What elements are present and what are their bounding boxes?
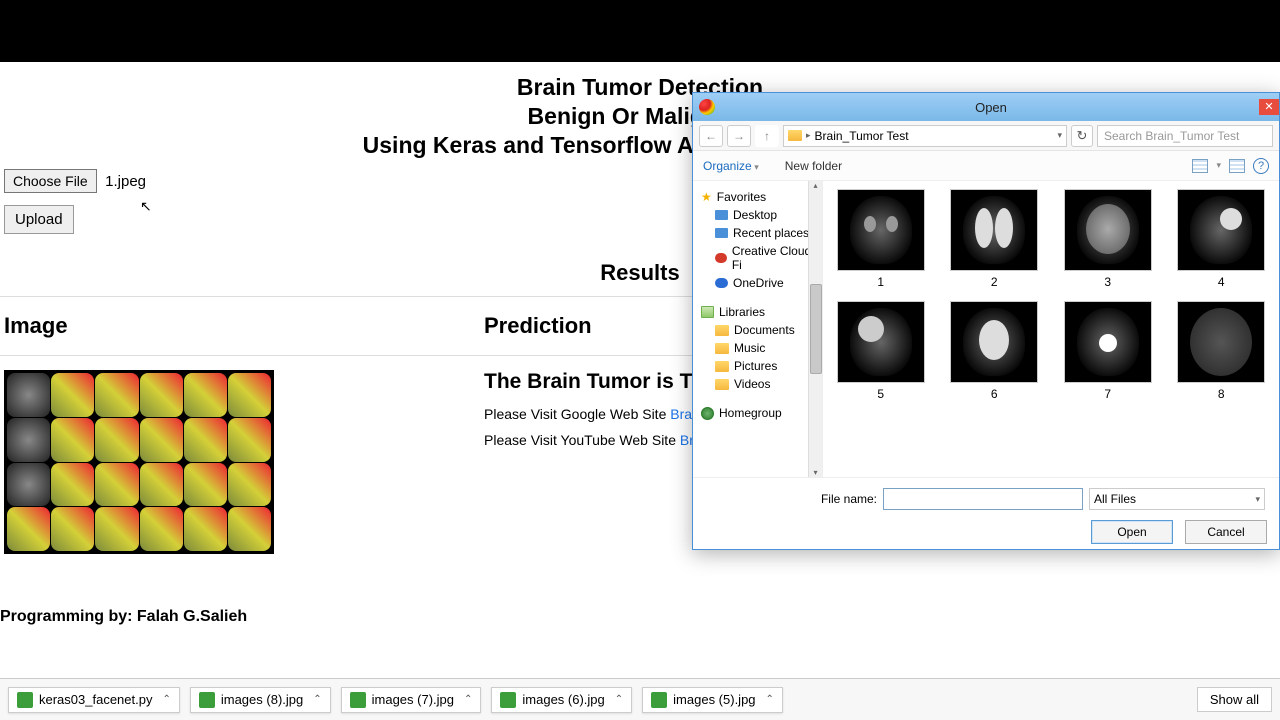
file-label: 2 [991, 275, 998, 289]
scroll-thumb[interactable] [810, 284, 822, 374]
download-item[interactable]: images (7).jpg⌃ [341, 687, 482, 713]
onedrive-icon [715, 278, 728, 288]
file-label: 8 [1218, 387, 1225, 401]
col-header-image: Image [0, 297, 480, 356]
forward-button[interactable]: → [727, 125, 751, 147]
dialog-toolbar: Organize New folder ▾ ? [693, 151, 1279, 181]
folder-icon [715, 361, 729, 372]
path-text: Brain_Tumor Test [815, 129, 909, 143]
folder-icon [715, 343, 729, 354]
path-box[interactable]: ▸ Brain_Tumor Test ▾ [783, 125, 1067, 147]
dialog-titlebar[interactable]: Open ✕ [693, 93, 1279, 121]
sidebar-homegroup[interactable]: Homegroup [693, 403, 822, 422]
sidebar-item-onedrive[interactable]: OneDrive [693, 274, 822, 292]
sidebar-item-videos[interactable]: Videos [693, 375, 822, 393]
selected-file-name: 1.jpeg [105, 173, 146, 190]
file-label: 1 [877, 275, 884, 289]
file-item[interactable]: 5 [831, 301, 931, 401]
chrome-icon [699, 99, 715, 115]
open-button[interactable]: Open [1091, 520, 1173, 544]
download-item[interactable]: images (8).jpg⌃ [190, 687, 331, 713]
author-credit: Programming by: Falah G.Salieh [0, 608, 1280, 630]
homegroup-icon [701, 407, 714, 420]
sidebar-item-documents[interactable]: Documents [693, 321, 822, 339]
organize-menu[interactable]: Organize [703, 159, 759, 173]
file-item[interactable]: 2 [945, 189, 1045, 289]
help-icon[interactable]: ? [1253, 158, 1269, 174]
refresh-button[interactable]: ↻ [1071, 125, 1093, 147]
search-input[interactable]: Search Brain_Tumor Test [1097, 125, 1273, 147]
result-image [4, 370, 274, 554]
scroll-up-icon[interactable]: ▴ [813, 181, 817, 190]
sidebar-item-pictures[interactable]: Pictures [693, 357, 822, 375]
star-icon: ★ [701, 190, 712, 204]
file-item[interactable]: 6 [945, 301, 1045, 401]
file-icon [350, 692, 366, 708]
library-icon [701, 306, 714, 318]
sidebar-scrollbar[interactable]: ▴▾ [808, 181, 822, 477]
file-item[interactable]: 8 [1172, 301, 1272, 401]
file-label: 7 [1104, 387, 1111, 401]
file-type-select[interactable]: All Files▾ [1089, 488, 1265, 510]
file-icon [199, 692, 215, 708]
desktop-icon [715, 210, 728, 220]
preview-pane-icon[interactable] [1229, 159, 1245, 173]
sidebar-item-creative-cloud[interactable]: Creative Cloud Fi [693, 242, 822, 274]
dialog-navbar: ← → ↑ ▸ Brain_Tumor Test ▾ ↻ Search Brai… [693, 121, 1279, 151]
up-button[interactable]: ↑ [755, 125, 779, 147]
file-item[interactable]: 1 [831, 189, 931, 289]
sidebar-item-desktop[interactable]: Desktop [693, 206, 822, 224]
chevron-right-icon: ▸ [806, 130, 811, 141]
folder-icon [788, 130, 802, 141]
file-icon [500, 692, 516, 708]
chevron-up-icon[interactable]: ⌃ [615, 694, 623, 705]
file-grid-area: 1 2 3 4 5 6 7 8 [823, 181, 1279, 477]
dialog-title: Open [723, 100, 1259, 115]
view-mode-icon[interactable] [1192, 159, 1208, 173]
file-icon [651, 692, 667, 708]
sidebar-item-recent[interactable]: Recent places [693, 224, 822, 242]
download-item[interactable]: images (5).jpg⌃ [642, 687, 783, 713]
folder-icon [715, 379, 729, 390]
file-label: 3 [1104, 275, 1111, 289]
dialog-footer: File name: All Files▾ Open Cancel [693, 477, 1279, 554]
new-folder-button[interactable]: New folder [785, 159, 842, 173]
chevron-up-icon[interactable]: ⌃ [162, 694, 170, 705]
recent-icon [715, 228, 728, 238]
upload-button[interactable]: Upload [4, 205, 74, 234]
sidebar-item-music[interactable]: Music [693, 339, 822, 357]
file-name-label: File name: [821, 492, 877, 506]
chevron-up-icon[interactable]: ⌃ [313, 694, 321, 705]
dialog-sidebar: ★Favorites Desktop Recent places Creativ… [693, 181, 823, 477]
chevron-up-icon[interactable]: ⌃ [766, 694, 774, 705]
chevron-down-icon[interactable]: ▾ [1057, 130, 1062, 141]
close-icon[interactable]: ✕ [1259, 99, 1279, 115]
file-name-input[interactable] [883, 488, 1083, 510]
chevron-up-icon[interactable]: ⌃ [464, 694, 472, 705]
choose-file-button[interactable]: Choose File [4, 169, 97, 193]
file-open-dialog: Open ✕ ← → ↑ ▸ Brain_Tumor Test ▾ ↻ Sear… [692, 92, 1280, 550]
sidebar-favorites[interactable]: ★Favorites [693, 187, 822, 206]
file-icon [17, 692, 33, 708]
scroll-down-icon[interactable]: ▾ [813, 468, 817, 477]
back-button[interactable]: ← [699, 125, 723, 147]
file-item[interactable]: 3 [1058, 189, 1158, 289]
file-label: 5 [877, 387, 884, 401]
download-item[interactable]: keras03_facenet.py⌃ [8, 687, 180, 713]
chevron-down-icon[interactable]: ▾ [1216, 160, 1221, 171]
folder-icon [715, 325, 729, 336]
file-label: 6 [991, 387, 998, 401]
sidebar-libraries[interactable]: Libraries [693, 302, 822, 321]
file-item[interactable]: 4 [1172, 189, 1272, 289]
file-item[interactable]: 7 [1058, 301, 1158, 401]
chevron-down-icon: ▾ [1255, 494, 1260, 505]
downloads-bar: keras03_facenet.py⌃ images (8).jpg⌃ imag… [0, 678, 1280, 720]
file-label: 4 [1218, 275, 1225, 289]
creative-cloud-icon [715, 253, 727, 263]
download-item[interactable]: images (6).jpg⌃ [491, 687, 632, 713]
show-all-button[interactable]: Show all [1197, 687, 1272, 712]
cancel-button[interactable]: Cancel [1185, 520, 1267, 544]
